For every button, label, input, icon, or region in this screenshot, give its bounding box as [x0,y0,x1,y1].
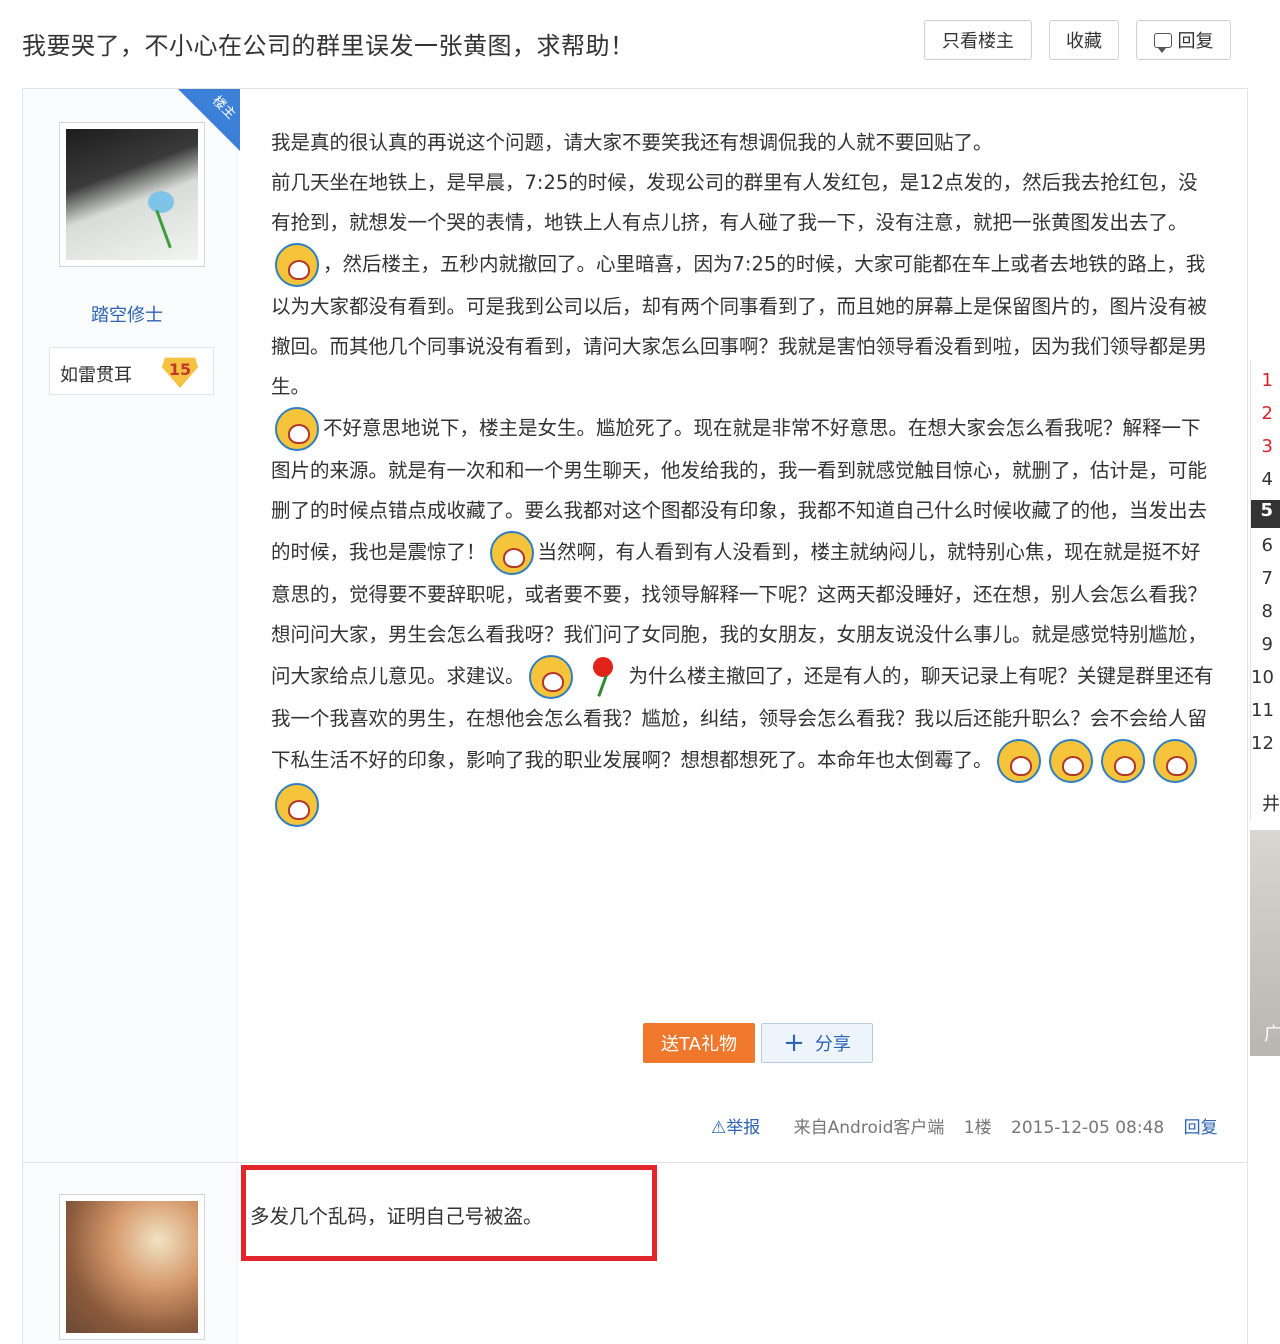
reply-content: 多发几个乱码，证明自己号被盗。 [250,1205,543,1228]
page-link-current[interactable]: 5 [1251,500,1280,528]
page-link[interactable]: 6 [1251,535,1280,556]
crying-emoji-icon [1100,739,1145,783]
author-panel: 踏空修士 如雷贯耳 15 [23,89,238,1162]
report-label: 举报 [726,1118,761,1138]
plus-icon: + [783,1028,805,1058]
rose-icon [583,655,623,699]
page-link[interactable]: 11 [1251,700,1280,721]
op-ribbon-label: 楼主 [209,93,239,123]
crying-emoji-icon [528,655,573,699]
post-paragraph: 不好意思地说下，楼主是女生。尴尬死了。现在就是非常不好意思。在想大家会怎么看我呢… [271,407,1216,827]
side-banner-label: 广 [1264,1024,1280,1045]
post-floor-1: 踏空修士 如雷贯耳 15 楼主 我是真的很认真的再说这个问题，请大家不要笑我还有… [22,88,1248,1163]
level-badge[interactable]: 如雷贯耳 15 [49,347,214,395]
page-link[interactable]: 9 [1251,634,1280,655]
crying-emoji-icon [489,531,534,575]
only-op-button[interactable]: 只看楼主 [924,20,1032,60]
level-shield-icon: 15 [162,356,198,388]
thread-header: 我要哭了，不小心在公司的群里误发一张黄图，求帮助！ 只看楼主 收藏 回复 [0,0,1250,88]
page-link[interactable]: 1 [1251,370,1280,391]
page-link[interactable]: 4 [1251,469,1280,490]
post-content: 我是真的很认真的再说这个问题，请大家不要笑我还有想调侃我的人就不要回贴了。 前几… [271,123,1216,827]
post-paragraph: 我是真的很认真的再说这个问题，请大家不要笑我还有想调侃我的人就不要回贴了。 [271,131,993,154]
page-link[interactable]: 10 [1251,667,1280,688]
post-meta: ⚠举报 来自Android客户端 1楼 2015-12-05 08:48 回复 [711,1113,1232,1138]
post-paragraph: 前几天坐在地铁上，是早晨，7:25的时候，发现公司的群里有人发红包，是12点发的… [271,163,1216,407]
side-label: 井 [1262,794,1280,815]
avatar-image [66,1201,198,1333]
reply-button[interactable]: 回复 [1136,20,1231,60]
reply-button-label: 回复 [1177,31,1214,52]
level-number: 15 [168,360,192,379]
post-text: 前几天坐在地铁上，是早晨，7:25的时候，发现公司的群里有人发红包，是12点发的… [271,171,1198,234]
crying-emoji-icon [996,739,1041,783]
page-link[interactable]: 8 [1251,601,1280,622]
post-source: 来自Android客户端 [793,1118,945,1138]
share-label: 分享 [814,1034,851,1055]
post-text: ，然后楼主，五秒内就撤回了。心里暗喜，因为7:25的时候，大家可能都在车上或者去… [271,252,1208,399]
author-panel [23,1163,238,1344]
report-link[interactable]: ⚠举报 [711,1118,774,1138]
crying-emoji-icon [1152,739,1197,783]
crying-emoji-icon [1048,739,1093,783]
author-username[interactable]: 踏空修士 [91,301,163,327]
floor-number: 1楼 [963,1118,992,1138]
page-link[interactable]: 12 [1251,733,1280,754]
level-name: 如雷贯耳 [60,365,132,386]
page-link[interactable]: 3 [1251,436,1280,457]
avatar[interactable] [59,1194,205,1340]
favorite-button[interactable]: 收藏 [1049,20,1119,60]
post-floor-2 [22,1163,1248,1344]
crying-emoji-icon [275,243,319,287]
post-time: 2015-12-05 08:48 [1011,1118,1165,1138]
send-gift-button[interactable]: 送TA礼物 [643,1023,755,1063]
thread-title: 我要哭了，不小心在公司的群里误发一张黄图，求帮助！ [22,32,635,60]
share-button[interactable]: + 分享 [761,1023,873,1063]
page-link[interactable]: 7 [1251,568,1280,589]
op-ribbon: 楼主 [178,89,240,151]
page: 我要哭了，不小心在公司的群里误发一张黄图，求帮助！ 只看楼主 收藏 回复 踏空修… [0,0,1280,1344]
page-link[interactable]: 2 [1251,403,1280,424]
comment-icon [1153,32,1172,53]
crying-emoji-icon [275,783,319,827]
reply-link[interactable]: 回复 [1184,1118,1218,1138]
avatar-stem [155,209,172,249]
crying-emoji-icon [275,407,319,451]
avatar-flower [148,191,174,213]
pagination-sidebar: 1 2 3 4 5 6 7 8 9 10 11 12 [1250,360,1280,820]
